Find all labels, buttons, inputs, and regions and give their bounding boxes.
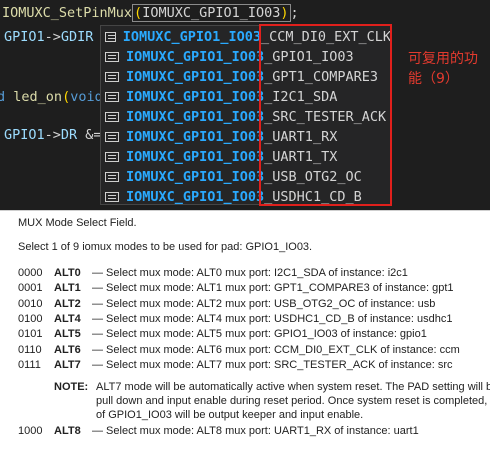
mux-desc: — Select mux mode: ALT8 mux port: UART1_… — [92, 425, 419, 437]
mux-desc: — Select mux mode: ALT6 mux port: CCM_DI… — [92, 344, 460, 356]
note-label: NOTE: — [54, 381, 89, 393]
mux-desc: — Select mux mode: ALT7 mux port: SRC_TE… — [92, 359, 453, 371]
mux-desc: — Select mux mode: ALT2 mux port: USB_OT… — [92, 298, 436, 310]
mux-alt: ALT8 — [54, 425, 81, 437]
annotation-text: 可复用的功 能（9） — [408, 51, 478, 87]
mux-alt: ALT7 — [54, 359, 81, 371]
enum-member-icon — [105, 152, 119, 162]
mux-code: 0110 — [18, 344, 42, 356]
code-line-4: d led_on(void — [0, 89, 103, 105]
mux-code: 0001 — [18, 282, 43, 294]
enum-member-icon — [105, 52, 119, 62]
mux-alt: ALT1 — [54, 282, 81, 294]
mux-alt: ALT2 — [54, 298, 81, 310]
mux-desc: — Select mux mode: ALT1 mux port: GPT1_C… — [92, 282, 454, 294]
highlight-box — [259, 24, 392, 206]
mux-desc: — Select mux mode: ALT5 mux port: GPIO1_… — [92, 328, 427, 340]
doc-title: MUX Mode Select Field. — [18, 217, 137, 229]
mux-alt: ALT5 — [54, 328, 81, 340]
note-line: of GPIO1_IO03 will be output keeper and … — [96, 409, 364, 421]
mux-code: 0111 — [18, 359, 41, 371]
enum-member-icon — [105, 132, 119, 142]
mux-code: 0101 — [18, 328, 43, 340]
function-argument: IOMUXC_GPIO1_IO03 — [142, 5, 281, 21]
enum-member-icon — [105, 112, 119, 122]
enum-member-icon — [105, 192, 119, 202]
mux-code: 0000 — [18, 267, 43, 279]
documentation-panel: MUX Mode Select Field. Select 1 of 9 iom… — [0, 210, 490, 456]
enum-member-icon — [105, 172, 119, 182]
mux-desc: — Select mux mode: ALT4 mux port: USDHC1… — [92, 313, 453, 325]
mux-code: 0100 — [18, 313, 43, 325]
code-line-6: GPIO1->DR &= — [4, 127, 102, 143]
note-line: ALT7 mode will be automatically active w… — [96, 381, 490, 393]
function-name: IOMUXC_SetPinMux — [2, 5, 133, 21]
code-line-2: GPIO1->GDIR — [4, 29, 94, 45]
enum-member-icon — [105, 72, 119, 82]
code-line-1: IOMUXC_SetPinMux (IOMUXC_GPIO1_IO03); — [2, 4, 299, 22]
doc-subtitle: Select 1 of 9 iomux modes to be used for… — [18, 241, 313, 253]
mux-desc: — Select mux mode: ALT0 mux port: I2C1_S… — [92, 267, 408, 279]
code-editor[interactable]: IOMUXC_SetPinMux (IOMUXC_GPIO1_IO03); GPI… — [0, 0, 490, 210]
enum-member-icon — [105, 92, 119, 102]
mux-alt: ALT6 — [54, 344, 81, 356]
note-line: pull down and input enable during reset … — [96, 395, 490, 407]
mux-code: 1000 — [18, 425, 43, 437]
mux-alt: ALT0 — [54, 267, 81, 279]
mux-code: 0010 — [18, 298, 43, 310]
mux-alt: ALT4 — [54, 313, 81, 325]
enum-member-icon — [105, 32, 116, 42]
